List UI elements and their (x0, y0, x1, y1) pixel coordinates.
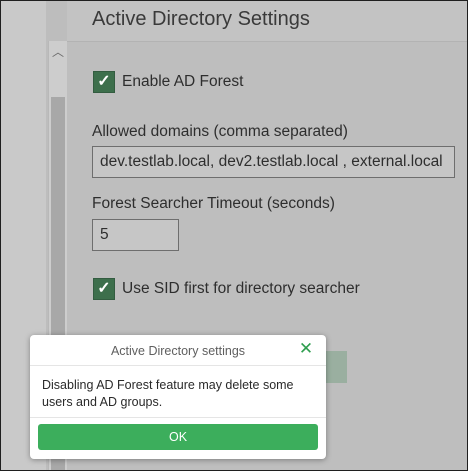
enable-ad-forest-label: Enable AD Forest (122, 73, 244, 90)
scroll-up-arrow-icon[interactable]: ︿ (49, 41, 67, 61)
use-sid-first-label: Use SID first for directory searcher (122, 280, 360, 297)
page-title: Active Directory Settings (92, 8, 310, 30)
close-icon[interactable]: ✕ (297, 340, 315, 358)
confirmation-dialog: Active Directory settings ✕ Disabling AD… (30, 335, 326, 459)
use-sid-first-checkbox[interactable]: ✓ (93, 278, 115, 300)
forest-timeout-label: Forest Searcher Timeout (seconds) (92, 195, 335, 212)
check-icon: ✓ (97, 280, 111, 297)
dialog-title: Active Directory settings (110, 344, 246, 358)
forest-timeout-input[interactable]: 5 (92, 219, 179, 251)
allowed-domains-input[interactable]: dev.testlab.local, dev2.testlab.local , … (92, 146, 455, 178)
dialog-message: Disabling AD Forest feature may delete s… (42, 378, 294, 409)
settings-header: Active Directory Settings (67, 1, 467, 42)
ok-button[interactable]: OK (38, 424, 318, 450)
check-icon: ✓ (97, 73, 111, 90)
dialog-footer-divider (30, 417, 326, 418)
allowed-domains-label: Allowed domains (comma separated) (92, 123, 348, 140)
dialog-header-divider (30, 365, 326, 366)
enable-ad-forest-checkbox[interactable]: ✓ (93, 71, 115, 93)
